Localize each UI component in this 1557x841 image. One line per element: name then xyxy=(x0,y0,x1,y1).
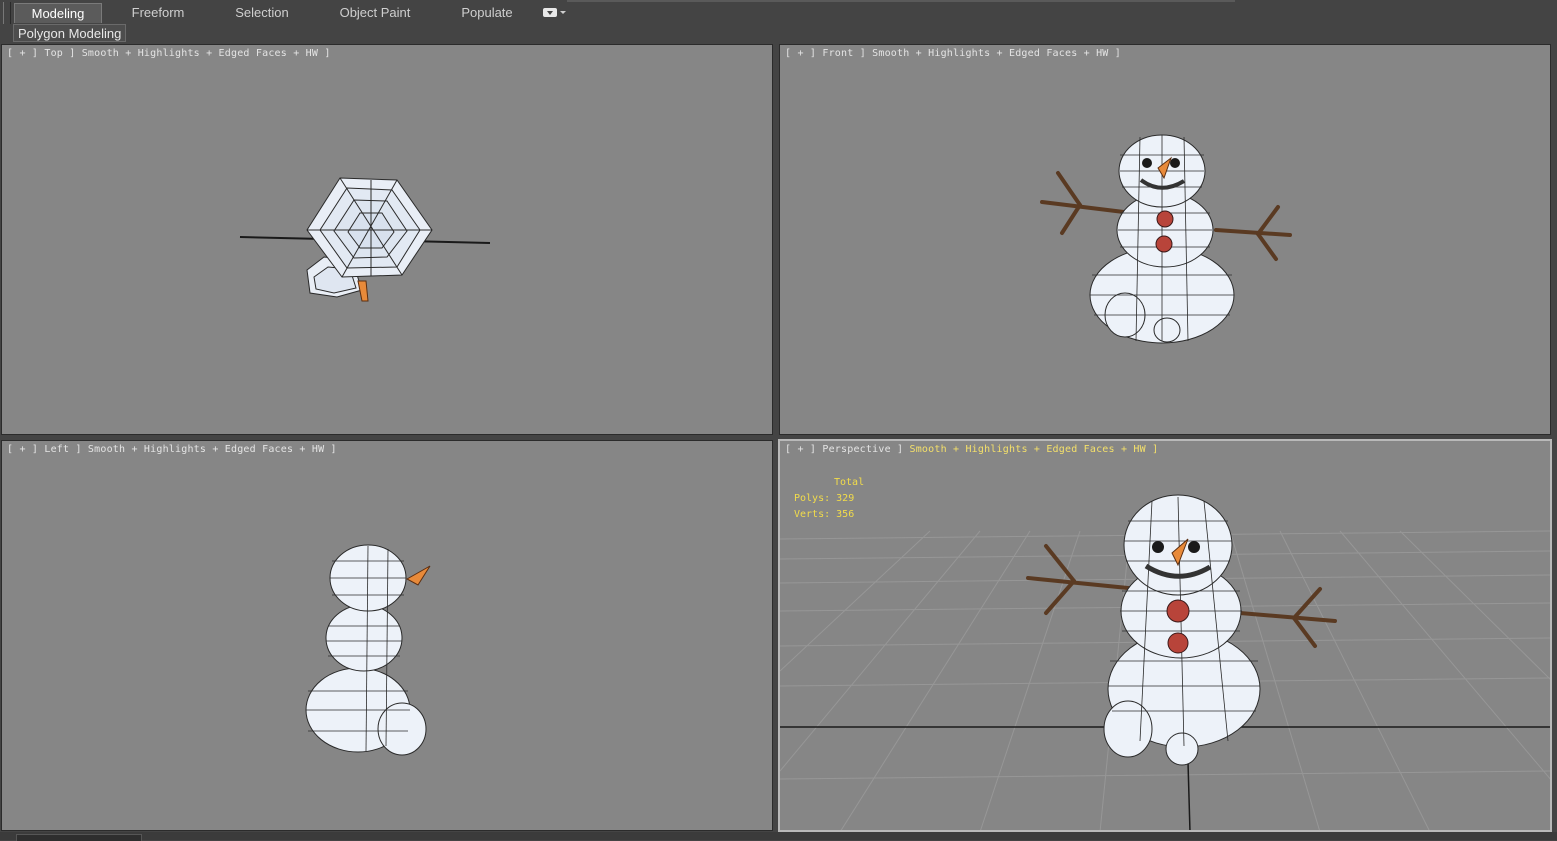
snowman-top-view xyxy=(239,177,491,302)
snowman-front-view xyxy=(1040,134,1292,344)
ribbon-divider xyxy=(567,0,1235,2)
tab-populate[interactable]: Populate xyxy=(448,3,526,23)
snowman-left-view xyxy=(305,544,431,756)
snowman-perspective-view xyxy=(780,494,1550,830)
tab-selection[interactable]: Selection xyxy=(222,3,302,23)
dropdown-options-icon[interactable] xyxy=(543,7,567,19)
viewport-front[interactable]: [ + ] Front ] Smooth + Highlights + Edge… xyxy=(779,44,1551,435)
ribbon-bar: Modeling Freeform Selection Object Paint… xyxy=(0,0,1557,42)
viewport-perspective[interactable]: [ + ] Perspective ] Smooth + Highlights … xyxy=(778,439,1552,832)
tab-freeform[interactable]: Freeform xyxy=(118,3,198,23)
viewport-top[interactable]: [ + ] Top ] Smooth + Highlights + Edged … xyxy=(1,44,773,435)
tab-object-paint[interactable]: Object Paint xyxy=(330,3,420,23)
viewport-left[interactable]: [ + ] Left ] Smooth + Highlights + Edged… xyxy=(1,440,773,831)
ribbon-panel-row: Polygon Modeling xyxy=(0,24,1557,42)
tab-modeling[interactable]: Modeling xyxy=(14,3,102,23)
panel-polygon-modeling[interactable]: Polygon Modeling xyxy=(13,24,127,42)
time-slider-bar xyxy=(0,832,1557,841)
